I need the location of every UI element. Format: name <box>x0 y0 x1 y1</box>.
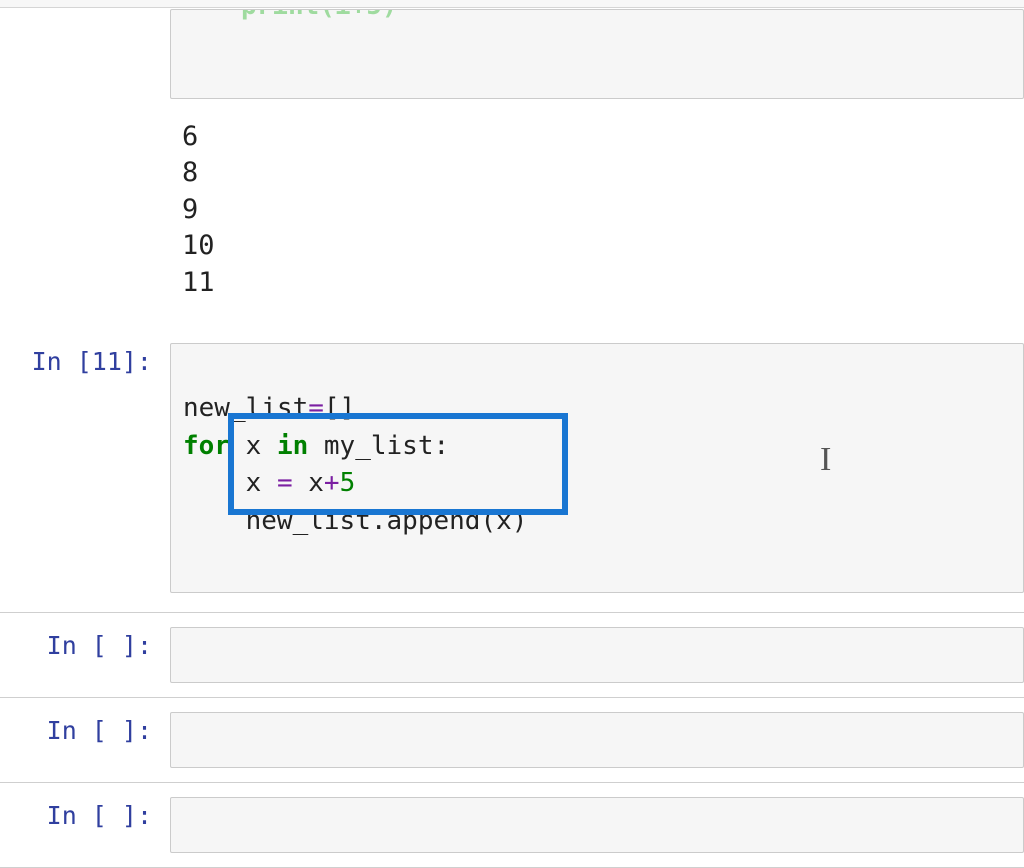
tok: . <box>371 506 387 536</box>
text-cursor-icon: I <box>820 441 831 479</box>
prev-code-token: print(i+5) <box>241 9 398 24</box>
prev-code-cell: print(i+5) <box>0 8 1024 110</box>
empty-cell-2-input[interactable] <box>170 712 1024 768</box>
tok: append <box>387 506 481 536</box>
tok: = <box>277 468 293 498</box>
tok: new_list <box>183 393 308 423</box>
prev-output: 6 8 9 10 11 <box>170 119 1024 301</box>
tok: x <box>293 468 324 498</box>
cell-11-prompt: In [11]: <box>0 343 170 379</box>
tok: 5 <box>340 468 356 498</box>
tok: new_list <box>246 506 371 536</box>
tok: my_list: <box>308 431 449 461</box>
toolbar-fragment <box>0 0 1024 8</box>
tok: + <box>324 468 340 498</box>
empty-cell-3-input[interactable] <box>170 797 1024 853</box>
prev-code-input[interactable]: print(i+5) <box>170 9 1024 99</box>
empty-cell-1: In [ ]: <box>0 612 1024 698</box>
prev-output-prompt <box>0 119 170 121</box>
notebook-container: print(i+5) 6 8 9 10 11 In [11]: new_list… <box>0 8 1024 868</box>
empty-cell-2: In [ ]: <box>0 698 1024 783</box>
tok-for: for <box>183 431 230 461</box>
tok-in: in <box>277 431 308 461</box>
prev-output-cell: 6 8 9 10 11 <box>0 110 1024 332</box>
tok: [] <box>324 393 355 423</box>
tok: = <box>308 393 324 423</box>
empty-cell-2-prompt: In [ ]: <box>0 712 170 748</box>
tok: x <box>246 468 277 498</box>
indent <box>183 468 246 498</box>
indent <box>183 506 246 536</box>
empty-cell-3: In [ ]: <box>0 783 1024 868</box>
empty-cell-1-input[interactable] <box>170 627 1024 683</box>
empty-cell-1-prompt: In [ ]: <box>0 627 170 663</box>
tok: x <box>230 431 277 461</box>
prev-code-prompt <box>0 9 170 11</box>
cell-11-input[interactable]: new_list=[] for x in my_list: x = x+5 ne… <box>170 343 1024 593</box>
empty-cell-3-prompt: In [ ]: <box>0 797 170 833</box>
cell-11: In [11]: new_list=[] for x in my_list: x… <box>0 332 1024 612</box>
tok: (x) <box>480 506 527 536</box>
